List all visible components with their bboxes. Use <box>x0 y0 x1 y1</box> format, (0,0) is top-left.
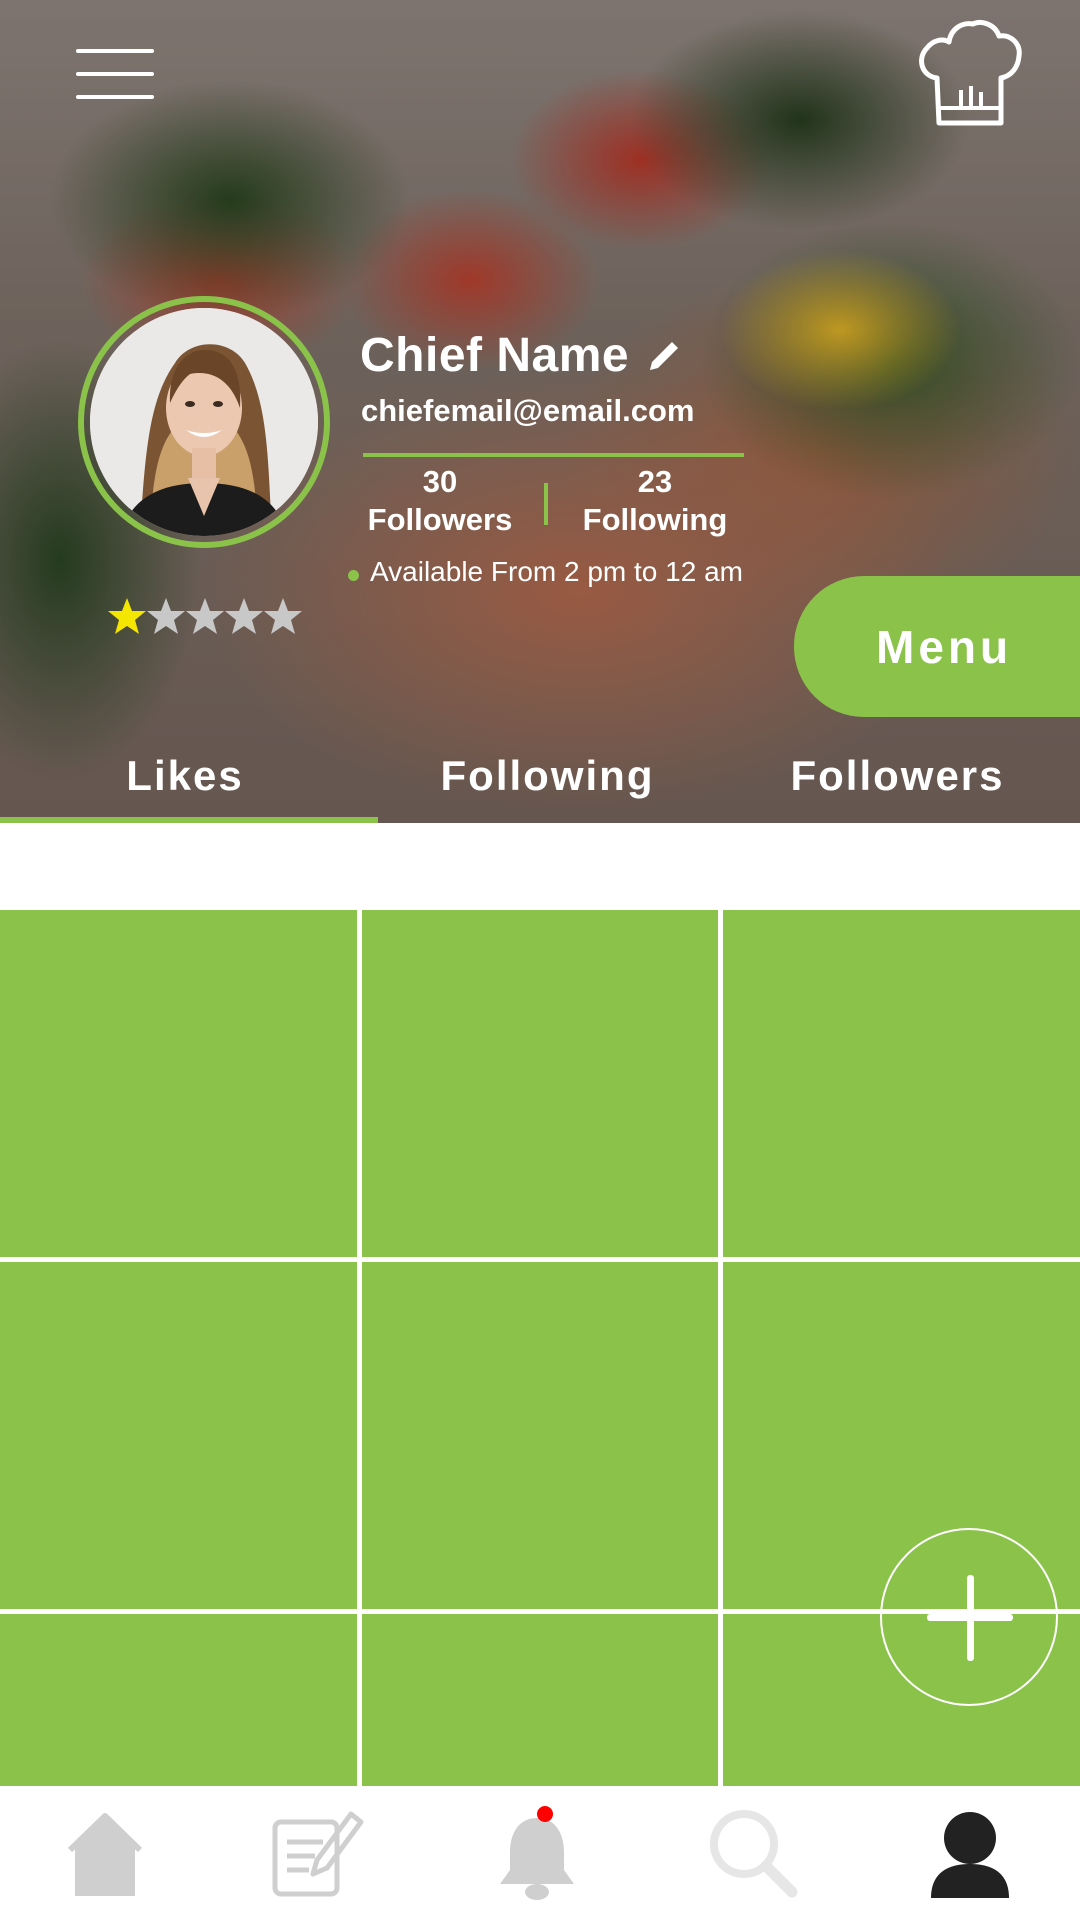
followers-count: 30 <box>422 464 458 499</box>
hamburger-menu-icon[interactable] <box>70 45 160 105</box>
grid-item[interactable] <box>362 910 718 1257</box>
rating-stars <box>106 596 306 638</box>
profile-name: Chief Name <box>360 329 630 382</box>
star-empty-icon <box>147 598 185 634</box>
following-label: Following <box>582 502 728 537</box>
star-empty-icon <box>225 598 263 634</box>
profile-email: chiefemail@email.com <box>361 393 695 428</box>
plus-icon-vertical <box>967 1575 974 1661</box>
add-button[interactable] <box>880 1528 1058 1706</box>
home-icon[interactable] <box>50 1800 160 1910</box>
grid-item[interactable] <box>723 910 1080 1257</box>
star-empty-icon <box>264 598 302 634</box>
followers-stat[interactable]: 30 Followers <box>350 463 530 539</box>
following-stat[interactable]: 23 Following <box>565 463 745 539</box>
bell-icon[interactable] <box>482 1800 592 1910</box>
tab-followers[interactable]: Followers <box>760 752 1035 800</box>
star-filled-icon <box>108 598 146 634</box>
following-count: 23 <box>637 464 673 499</box>
grid-item[interactable] <box>0 910 357 1257</box>
grid-item[interactable] <box>362 1614 718 1786</box>
avatar[interactable] <box>90 308 318 536</box>
chef-hat-icon <box>915 18 1025 133</box>
availability-dot <box>348 570 359 581</box>
active-tab-indicator <box>0 817 378 823</box>
tab-following[interactable]: Following <box>410 752 685 800</box>
search-icon[interactable] <box>700 1800 810 1910</box>
notification-dot <box>537 1806 553 1822</box>
grid-item[interactable] <box>362 1262 718 1609</box>
edit-document-icon[interactable] <box>265 1800 375 1910</box>
stat-separator <box>544 483 548 525</box>
grid-item[interactable] <box>0 1262 357 1609</box>
pencil-icon[interactable] <box>644 336 684 376</box>
tab-likes[interactable]: Likes <box>60 752 310 800</box>
followers-label: Followers <box>367 502 513 537</box>
profile-icon[interactable] <box>915 1800 1025 1910</box>
grid-item[interactable] <box>0 1614 357 1786</box>
star-empty-icon <box>186 598 224 634</box>
availability-text: Available From 2 pm to 12 am <box>370 556 743 587</box>
menu-button[interactable]: Menu <box>794 576 1080 717</box>
profile-divider <box>363 453 744 457</box>
